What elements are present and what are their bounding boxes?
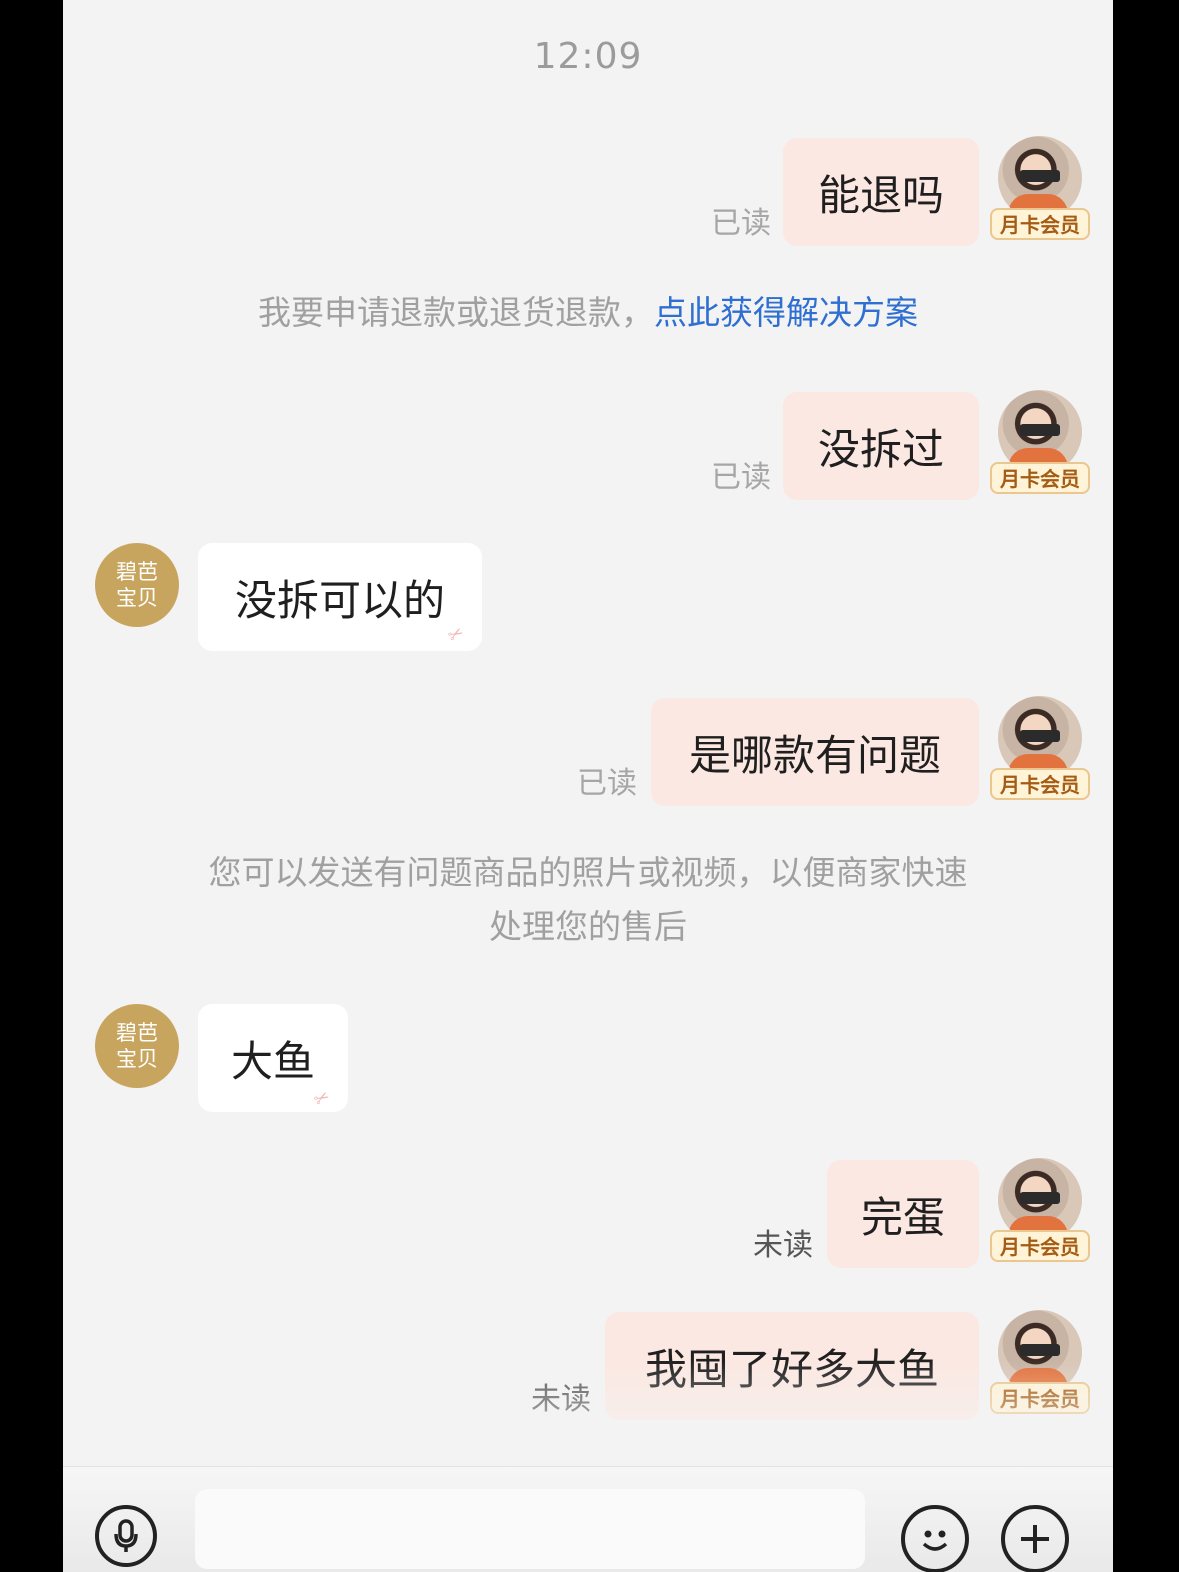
my-message-bubble[interactable]: 能退吗 [783,138,979,246]
solution-link[interactable]: 点此获得解决方案 [654,293,918,332]
microphone-icon[interactable] [95,1505,157,1567]
my-avatar[interactable]: 月卡会员 [990,390,1090,500]
scroll-fade [63,1360,1113,1470]
system-notice-line: 您可以发送有问题商品的照片或视频，以便商家快速 [208,853,968,892]
member-badge: 月卡会员 [990,208,1090,240]
read-status: 已读 [577,766,637,801]
message-timestamp: 12:09 [533,36,643,77]
shop-message-bubble[interactable]: 没拆可以的 [198,543,482,651]
shop-avatar[interactable]: 碧芭 宝贝 [95,543,179,627]
my-message-bubble[interactable]: 完蛋 [827,1160,979,1268]
chat-screen: 12:09 已读 能退吗 月卡会员 我要申请退款或退货退款，点此获得解决方案 已… [63,0,1113,1572]
member-badge: 月卡会员 [990,462,1090,494]
plus-icon[interactable] [1001,1505,1069,1572]
input-bar [63,1466,1113,1572]
shop-avatar[interactable]: 碧芭 宝贝 [95,1004,179,1088]
system-notice-refund: 我要申请退款或退货退款，点此获得解决方案 [63,286,1113,340]
system-notice-text: 我要申请退款或退货退款， [258,293,654,332]
system-notice-line: 处理您的售后 [489,907,687,946]
read-status: 已读 [711,206,771,241]
my-avatar[interactable]: 月卡会员 [990,136,1090,246]
system-notice-photo: 您可以发送有问题商品的照片或视频，以便商家快速 处理您的售后 [63,846,1113,954]
member-badge: 月卡会员 [990,768,1090,800]
my-avatar[interactable]: 月卡会员 [990,1158,1090,1268]
read-status: 已读 [711,460,771,495]
message-input[interactable] [195,1489,865,1569]
my-avatar[interactable]: 月卡会员 [990,696,1090,806]
my-message-bubble[interactable]: 没拆过 [783,392,979,500]
my-message-bubble[interactable]: 是哪款有问题 [651,698,979,806]
member-badge: 月卡会员 [990,1230,1090,1262]
smile-icon[interactable] [901,1505,969,1572]
unread-status: 未读 [753,1228,813,1263]
